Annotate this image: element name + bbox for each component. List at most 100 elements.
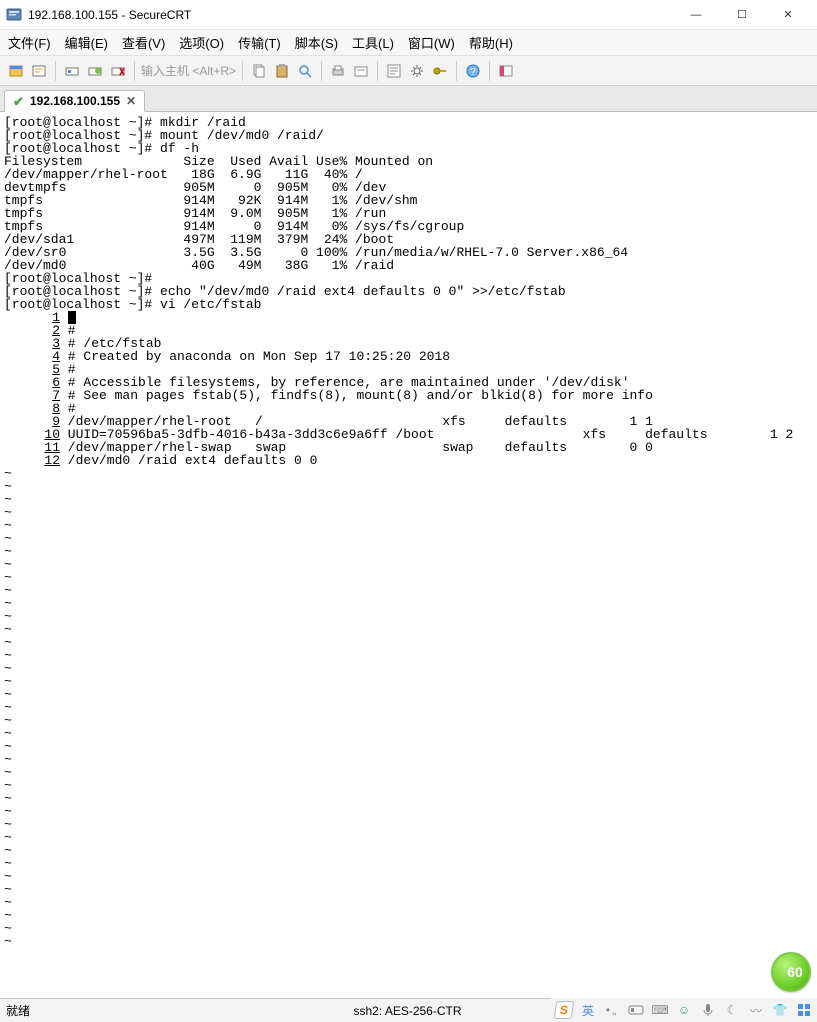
vi-empty-line: ~	[4, 506, 813, 519]
menu-tools[interactable]: 工具(L)	[352, 33, 394, 52]
vi-empty-line: ~	[4, 584, 813, 597]
tb-connect-icon[interactable]	[62, 61, 82, 81]
vi-line-text: # Created by anaconda on Mon Sep 17 10:2…	[60, 349, 450, 364]
menu-file[interactable]: 文件(F)	[8, 33, 51, 52]
vi-empty-line: ~	[4, 935, 813, 948]
ime-handwrite-icon[interactable]: 〰	[747, 1001, 765, 1019]
ime-emoji-icon[interactable]: ☺	[675, 1001, 693, 1019]
menubar: 文件(F) 编辑(E) 查看(V) 选项(O) 传输(T) 脚本(S) 工具(L…	[0, 30, 817, 56]
vi-line: 7 # See man pages fstab(5), findfs(8), m…	[4, 389, 813, 402]
vi-empty-line: ~	[4, 857, 813, 870]
vi-line-text: /dev/md0 /raid ext4 defaults 0 0	[60, 453, 317, 468]
vi-empty-line: ~	[4, 753, 813, 766]
tb-toggle-icon[interactable]	[496, 61, 516, 81]
vi-line: 4 # Created by anaconda on Mon Sep 17 10…	[4, 350, 813, 363]
vi-empty-line: ~	[4, 623, 813, 636]
vi-empty-line: ~	[4, 636, 813, 649]
vi-line: 1	[4, 311, 813, 324]
menu-view[interactable]: 查看(V)	[122, 33, 165, 52]
vi-empty-line: ~	[4, 532, 813, 545]
tab-session[interactable]: ✔ 192.168.100.155 ✕	[4, 90, 145, 112]
vi-line: 12 /dev/md0 /raid ext4 defaults 0 0	[4, 454, 813, 467]
vi-empty-line: ~	[4, 610, 813, 623]
ime-punct-icon[interactable]: •„	[603, 1001, 621, 1019]
vi-empty-line: ~	[4, 714, 813, 727]
vi-empty-line: ~	[4, 662, 813, 675]
toolbar: 输入主机 <Alt+R> ?	[0, 56, 817, 86]
separator	[321, 61, 322, 81]
minimize-button[interactable]: —	[673, 0, 719, 30]
vi-empty-line: ~	[4, 480, 813, 493]
vi-empty-line: ~	[4, 519, 813, 532]
tb-reconnect-icon[interactable]	[85, 61, 105, 81]
close-button[interactable]: ✕	[765, 0, 811, 30]
ime-mic-icon[interactable]	[699, 1001, 717, 1019]
menu-script[interactable]: 脚本(S)	[295, 33, 338, 52]
vi-empty-line: ~	[4, 545, 813, 558]
vi-empty-line: ~	[4, 740, 813, 753]
terminal[interactable]: [root@localhost ~]# mkdir /raid[root@loc…	[0, 112, 817, 998]
ime-input-icon[interactable]	[627, 1001, 645, 1019]
svg-text:?: ?	[470, 67, 476, 78]
separator	[377, 61, 378, 81]
status-ready: 就绪	[6, 1002, 30, 1019]
tab-label: 192.168.100.155	[30, 94, 120, 108]
app-icon	[6, 7, 22, 23]
menu-edit[interactable]: 编辑(E)	[65, 33, 108, 52]
floating-badge[interactable]: 60	[771, 952, 811, 992]
tb-paste-icon[interactable]	[272, 61, 292, 81]
vi-empty-line: ~	[4, 649, 813, 662]
menu-window[interactable]: 窗口(W)	[408, 33, 455, 52]
line-number: 12	[4, 454, 60, 467]
tb-copy-icon[interactable]	[249, 61, 269, 81]
ime-keyboard-icon[interactable]: ⌨	[651, 1001, 669, 1019]
vi-empty-line: ~	[4, 701, 813, 714]
vi-empty-line: ~	[4, 688, 813, 701]
tb-disconnect-icon[interactable]	[108, 61, 128, 81]
vi-empty-line: ~	[4, 805, 813, 818]
vi-empty-line: ~	[4, 766, 813, 779]
terminal-line: [root@localhost ~]# vi /etc/fstab	[4, 298, 813, 311]
ime-toolbox-icon[interactable]	[795, 1001, 813, 1019]
vi-empty-line: ~	[4, 467, 813, 480]
menu-transfer[interactable]: 传输(T)	[238, 33, 281, 52]
vi-empty-line: ~	[4, 493, 813, 506]
host-hint-text: 输入主机 <Alt+R>	[141, 62, 236, 79]
separator	[489, 61, 490, 81]
tb-print-icon[interactable]	[328, 61, 348, 81]
vi-empty-line: ~	[4, 675, 813, 688]
tb-session-icon[interactable]	[6, 61, 26, 81]
tb-settings-icon[interactable]	[407, 61, 427, 81]
tabbar: ✔ 192.168.100.155 ✕	[0, 86, 817, 112]
tb-help-icon[interactable]: ?	[463, 61, 483, 81]
menu-options[interactable]: 选项(O)	[179, 33, 224, 52]
ime-lang-icon[interactable]: 英	[579, 1001, 597, 1019]
tb-properties-icon[interactable]	[384, 61, 404, 81]
ime-moon-icon[interactable]: ☾	[723, 1001, 741, 1019]
maximize-button[interactable]: ☐	[719, 0, 765, 30]
tab-close-icon[interactable]: ✕	[126, 94, 136, 108]
host-input-hint[interactable]: 输入主机 <Alt+R>	[141, 62, 236, 79]
vi-line-text: # See man pages fstab(5), findfs(8), mou…	[60, 388, 653, 403]
menu-help[interactable]: 帮助(H)	[469, 33, 513, 52]
vi-empty-line: ~	[4, 922, 813, 935]
badge-text: 60	[787, 964, 803, 980]
vi-empty-line: ~	[4, 896, 813, 909]
ime-skin-icon[interactable]: 👕	[771, 1001, 789, 1019]
separator	[456, 61, 457, 81]
vi-empty-line: ~	[4, 571, 813, 584]
window-title: 192.168.100.155 - SecureCRT	[28, 8, 673, 22]
tb-printscr-icon[interactable]	[351, 61, 371, 81]
titlebar: 192.168.100.155 - SecureCRT — ☐ ✕	[0, 0, 817, 30]
vi-empty-line: ~	[4, 792, 813, 805]
vi-empty-line: ~	[4, 909, 813, 922]
vi-empty-line: ~	[4, 831, 813, 844]
ime-sogou-icon[interactable]: S	[554, 1001, 575, 1019]
tb-quick-connect-icon[interactable]	[29, 61, 49, 81]
tb-find-icon[interactable]	[295, 61, 315, 81]
vi-empty-line: ~	[4, 779, 813, 792]
window-controls: — ☐ ✕	[673, 0, 811, 30]
vi-empty-line: ~	[4, 558, 813, 571]
vi-empty-line: ~	[4, 818, 813, 831]
tb-key-icon[interactable]	[430, 61, 450, 81]
